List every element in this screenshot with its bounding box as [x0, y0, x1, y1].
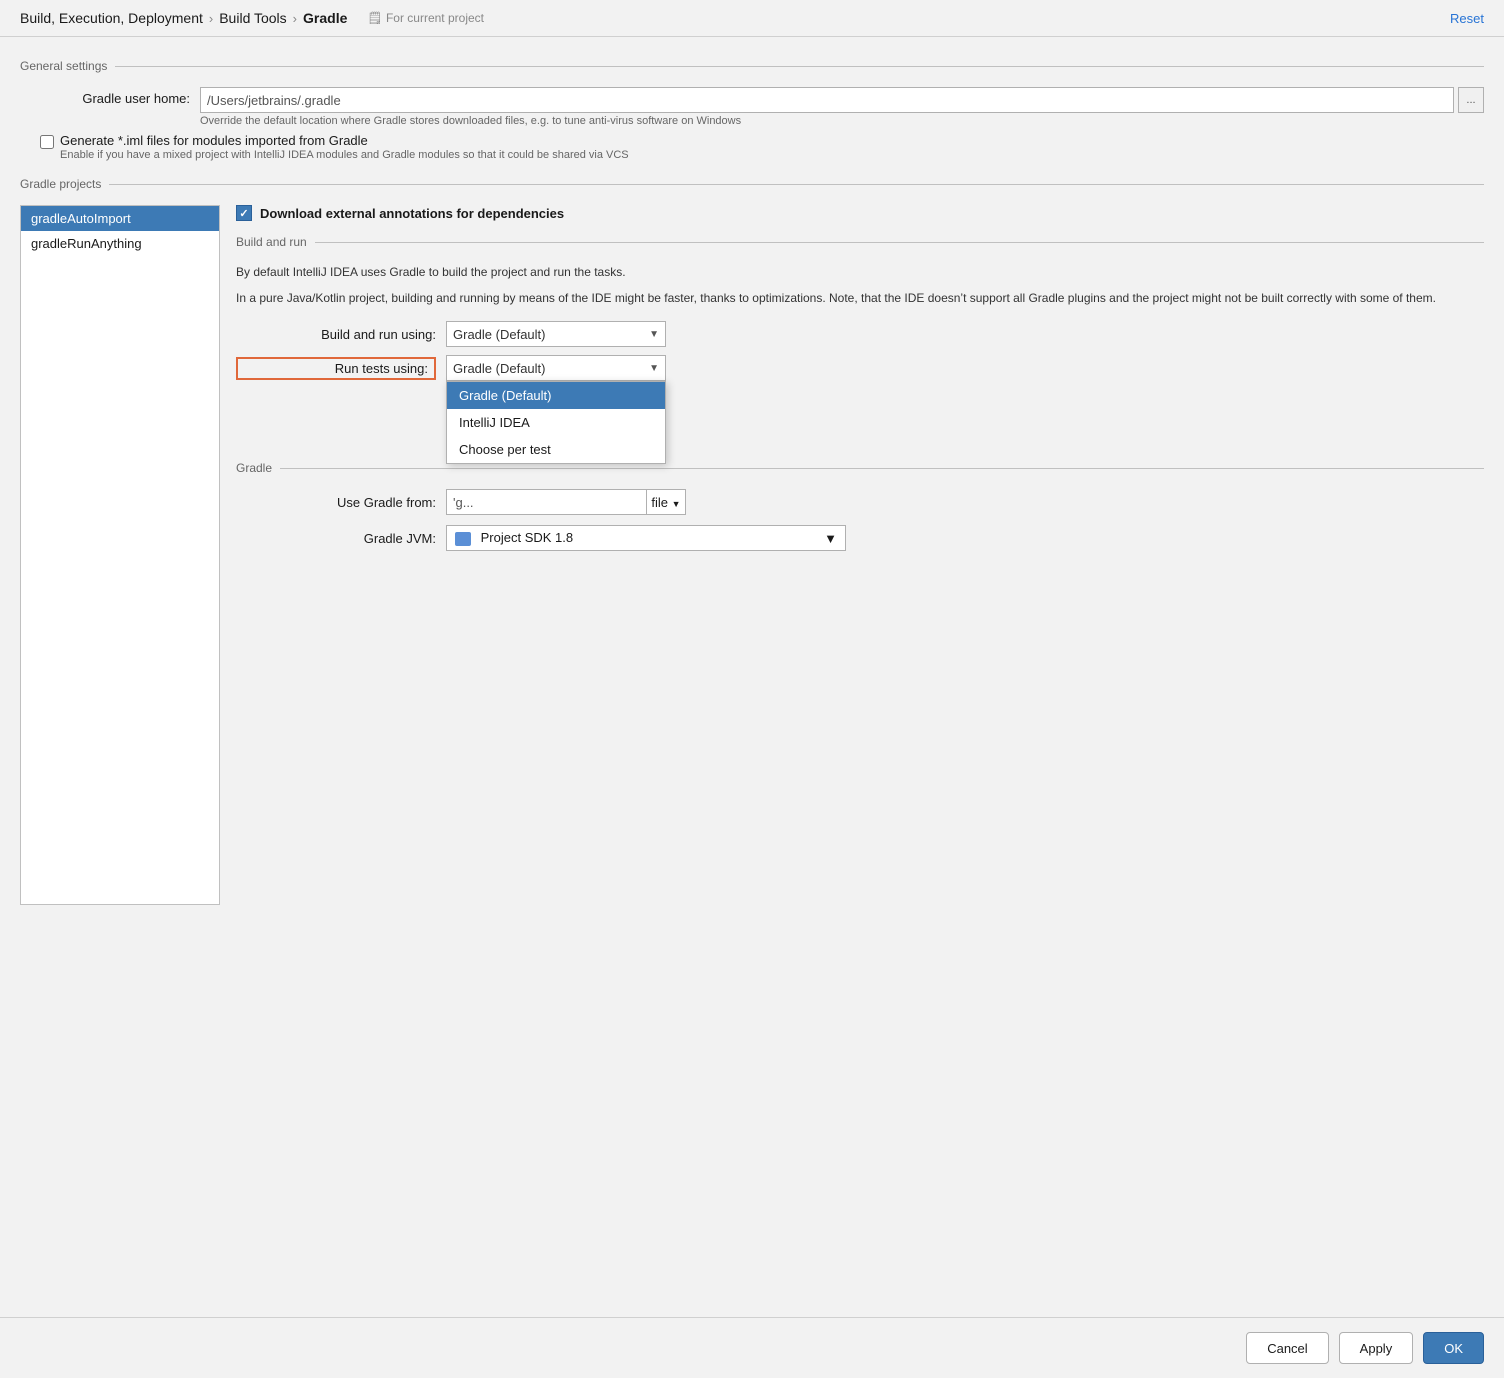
header: Build, Execution, Deployment › Build Too… [0, 0, 1504, 37]
breadcrumb-sep2: › [293, 11, 297, 26]
run-tests-dropdown-wrapper: Gradle (Default) ▼ Gradle (Default) Inte… [446, 355, 666, 381]
build-run-using-value: Gradle (Default) [453, 327, 545, 342]
breadcrumb-sep1: › [209, 11, 213, 26]
gradle-jvm-arrow: ▼ [824, 531, 837, 546]
general-settings-title: General settings [20, 59, 115, 73]
reset-button[interactable]: Reset [1450, 11, 1484, 26]
build-run-section: Build and run By default IntelliJ IDEA u… [236, 235, 1484, 381]
build-run-using-dropdown[interactable]: Gradle (Default) ▼ [446, 321, 666, 347]
gradle-user-home-row: Gradle user home: ... Override the defau… [20, 87, 1484, 127]
ok-button[interactable]: OK [1423, 1332, 1484, 1364]
gradle-user-home-input-row: ... [200, 87, 1484, 113]
gradle-jvm-icon [455, 532, 471, 546]
gradle-projects-line [109, 184, 1484, 185]
build-run-line [315, 242, 1484, 243]
apply-button[interactable]: Apply [1339, 1332, 1414, 1364]
run-tests-using-value: Gradle (Default) [453, 361, 545, 376]
project-item-runanything[interactable]: gradleRunAnything [21, 231, 219, 256]
dropdown-option-choose-per-test[interactable]: Choose per test [447, 436, 665, 463]
build-run-title: Build and run [236, 235, 315, 249]
annotation-checkbox-row: Download external annotations for depend… [236, 205, 1484, 221]
use-gradle-from-dropdown-suffix[interactable]: file ▼ [646, 489, 686, 515]
gradle-projects-header: Gradle projects [20, 177, 1484, 191]
build-run-using-arrow: ▼ [649, 329, 659, 340]
main-content: General settings Gradle user home: ... O… [0, 37, 1504, 1317]
gradle-jvm-dropdown[interactable]: Project SDK 1.8 ▼ [446, 525, 846, 551]
generate-iml-label: Generate *.iml files for modules importe… [60, 133, 629, 148]
download-annotations-checkbox[interactable] [236, 205, 252, 221]
gradle-subsection-line [280, 468, 1484, 469]
use-gradle-from-input[interactable] [446, 489, 646, 515]
generate-iml-label-area: Generate *.iml files for modules importe… [60, 133, 629, 161]
generate-iml-hint: Enable if you have a mixed project with … [60, 149, 629, 161]
generate-iml-checkbox[interactable] [40, 135, 54, 149]
gradle-projects-layout: gradleAutoImport gradleRunAnything Downl… [20, 205, 1484, 905]
breadcrumb-part3: Gradle [303, 10, 347, 26]
breadcrumb-part2: Build Tools [219, 10, 286, 26]
run-tests-using-label: Run tests using: [236, 357, 436, 380]
run-tests-using-dropdown[interactable]: Gradle (Default) ▼ [446, 355, 666, 381]
dropdown-option-intellij-idea[interactable]: IntelliJ IDEA [447, 409, 665, 436]
gradle-user-home-hint: Override the default location where Grad… [200, 115, 1484, 127]
use-gradle-from-label: Use Gradle from: [236, 495, 436, 510]
build-run-using-row: Build and run using: Gradle (Default) ▼ [236, 321, 1484, 347]
gradle-user-home-input[interactable] [200, 87, 1454, 113]
use-gradle-from-row: Use Gradle from: file ▼ [236, 489, 1484, 515]
run-tests-dropdown-popup: Gradle (Default) IntelliJ IDEA Choose pe… [446, 381, 666, 464]
build-run-desc1: By default IntelliJ IDEA uses Gradle to … [236, 263, 1484, 281]
cancel-button[interactable]: Cancel [1246, 1332, 1328, 1364]
dropdown-option-gradle-default[interactable]: Gradle (Default) [447, 382, 665, 409]
breadcrumb-part1: Build, Execution, Deployment [20, 10, 203, 26]
gradle-jvm-label: Gradle JVM: [236, 531, 436, 546]
build-run-header: Build and run [236, 235, 1484, 249]
project-item-autoimport[interactable]: gradleAutoImport [21, 206, 219, 231]
gradle-projects-title: Gradle projects [20, 177, 109, 191]
download-annotations-label: Download external annotations for depend… [260, 206, 564, 221]
breadcrumb: Build, Execution, Deployment › Build Too… [20, 10, 347, 26]
gradle-jvm-row: Gradle JVM: Project SDK 1.8 ▼ [236, 525, 1484, 551]
use-gradle-from-suffix-content: file ▼ [651, 495, 680, 510]
gradle-user-home-input-area: ... Override the default location where … [200, 87, 1484, 127]
build-run-using-label: Build and run using: [236, 327, 436, 342]
gradle-subsection-title: Gradle [236, 461, 280, 475]
gradle-subsection: Gradle Use Gradle from: file ▼ [236, 461, 1484, 551]
gradle-subsection-header: Gradle [236, 461, 1484, 475]
bottom-bar: Cancel Apply OK [0, 1317, 1504, 1378]
use-gradle-from-input-combo: file ▼ [446, 489, 686, 515]
run-tests-using-arrow: ▼ [649, 363, 659, 374]
right-panel: Download external annotations for depend… [220, 205, 1484, 905]
gradle-jvm-content: Project SDK 1.8 [455, 530, 573, 546]
build-run-desc2: In a pure Java/Kotlin project, building … [236, 289, 1484, 307]
for-current-project-label: 🗒 For current project [367, 11, 484, 25]
general-settings-line [115, 66, 1484, 67]
gradle-user-home-browse-button[interactable]: ... [1458, 87, 1484, 113]
generate-iml-row: Generate *.iml files for modules importe… [20, 133, 1484, 161]
general-settings-header: General settings [20, 59, 1484, 73]
run-tests-using-row: Run tests using: Gradle (Default) ▼ Grad… [236, 355, 1484, 381]
projects-list: gradleAutoImport gradleRunAnything [20, 205, 220, 905]
gradle-user-home-label: Gradle user home: [40, 87, 200, 106]
